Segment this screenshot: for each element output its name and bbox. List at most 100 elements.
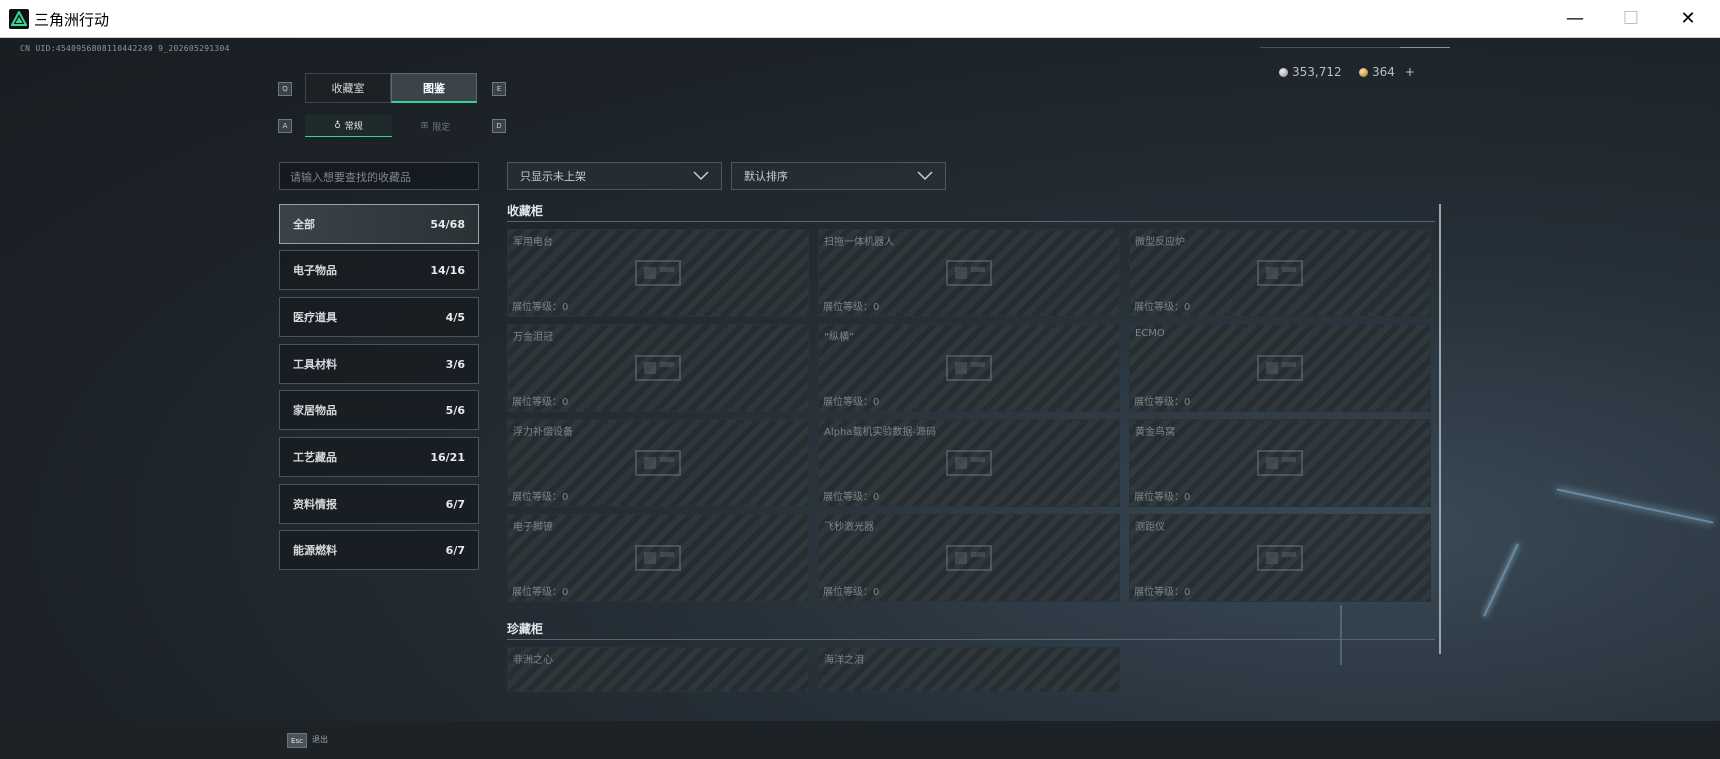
maximize-button[interactable]: ☐ [1603,0,1659,37]
item-name: “纵横” [824,332,855,343]
item-name: 电子脚镣 [513,522,553,533]
item-image [628,348,688,388]
lightning-decoration [1340,605,1342,665]
item-display-level: 展位等级：0 [823,302,880,313]
tab-collection-room[interactable]: 收藏室 [305,73,391,103]
collection-item-card[interactable]: “纵横” 展位等级：0 [818,324,1120,412]
category-label: 医疗道具 [293,311,337,324]
gold-amount: 364 [1372,65,1395,79]
exit-label[interactable]: 退出 [312,734,328,745]
category-label: 电子物品 [293,264,337,277]
collection-item-card[interactable]: 测距仪展位等级：0 [1129,514,1431,602]
shelf-filter-value: 只显示未上架 [520,170,586,183]
item-image [939,538,999,578]
limited-icon: ⊞ [420,121,429,131]
treasure-item-card[interactable]: 海洋之泪 [818,647,1120,692]
item-display-level: 展位等级：0 [512,397,569,408]
category-electronics[interactable]: 电子物品 14/16 [279,250,479,290]
collection-item-card[interactable]: 军用电台 展位等级：0 [507,229,809,317]
close-button[interactable]: ✕ [1660,0,1716,37]
category-intel[interactable]: 资料情报 6/7 [279,484,479,524]
tab-limited-label: 限定 [432,122,451,133]
collection-item-card[interactable]: 微型反应炉展位等级：0 [1129,229,1431,317]
sort-dropdown[interactable]: 默认排序 [731,162,946,190]
collection-item-card[interactable]: Alpha载机实验数据-源码 展位等级：0 [818,419,1120,507]
category-label: 工艺藏品 [293,451,337,464]
section-divider [507,221,1435,222]
top-divider-accent [1400,47,1450,48]
category-energy[interactable]: 能源燃料 6/7 [279,530,479,570]
silver-coin-icon [1279,67,1288,77]
item-display-level: 展位等级：0 [823,397,880,408]
tab-regular[interactable]: ♁ 常规 [305,115,392,137]
collection-item-card[interactable]: 扫拖一体机器人 展位等级：0 [818,229,1120,317]
category-count: 6/7 [445,543,465,557]
item-display-level: 展位等级：0 [1134,397,1191,408]
item-display-level: 展位等级：0 [823,492,880,503]
key-hint-e: E [492,82,506,96]
category-count: 5/6 [445,403,465,417]
item-image [939,253,999,293]
esc-key-hint[interactable]: Esc [287,733,307,748]
category-count: 54/68 [430,217,465,231]
item-display-level: 展位等级：0 [1134,302,1191,313]
category-count: 6/7 [445,497,465,511]
chevron-down-icon [917,171,933,181]
item-name: 飞秒激光器 [824,522,874,533]
item-image [939,348,999,388]
collection-item-card[interactable]: 浮力补偿设备 展位等级：0 [507,419,809,507]
collection-item-card[interactable]: 黄金鸟窝 展位等级：0 [1129,419,1431,507]
category-medical[interactable]: 医疗道具 4/5 [279,297,479,337]
item-name: 浮力补偿设备 [513,427,573,438]
gold-currency: 364 + [1359,65,1415,79]
sort-value: 默认排序 [744,170,788,183]
collection-item-card[interactable]: 万金泪冠展位等级：0 [507,324,809,412]
item-image [628,538,688,578]
shelf-filter-dropdown[interactable]: 只显示未上架 [507,162,722,190]
item-image [1250,253,1310,293]
section-title-cabinet: 收藏柜 [507,204,544,218]
tab-catalog[interactable]: 图鉴 [391,73,477,103]
item-name: Alpha载机实验数据-源码 [824,427,937,438]
item-name: 非洲之心 [513,655,553,666]
item-display-level: 展位等级：0 [512,587,569,598]
collection-item-card[interactable]: 飞秒激光器 展位等级：0 [818,514,1120,602]
key-hint-a: A [278,119,292,133]
item-image [1250,348,1310,388]
category-household[interactable]: 家居物品 5/6 [279,390,479,430]
window-title: 三角洲行动 [34,11,110,29]
scrollbar[interactable] [1439,204,1441,654]
item-name: 扫拖一体机器人 [824,237,894,248]
item-image [1250,538,1310,578]
category-crafts[interactable]: 工艺藏品 16/21 [279,437,479,477]
category-tools[interactable]: 工具材料 3/6 [279,344,479,384]
tab-limited[interactable]: ⊞ 限定 [392,115,479,137]
chevron-down-icon [693,171,709,181]
item-name: 万金泪冠 [513,332,553,343]
section-title-treasure: 珍藏柜 [507,622,544,636]
user-uid: CN UID:4540956808110442249 9_20260529130… [20,44,230,53]
category-label: 能源燃料 [293,544,337,557]
category-label: 资料情报 [293,498,337,511]
item-display-level: 展位等级：0 [1134,587,1191,598]
section-divider [507,639,1435,640]
window-titlebar: 三角洲行动 — ☐ ✕ [0,0,1720,38]
category-label: 工具材料 [293,358,337,371]
item-name: 测距仪 [1135,522,1165,533]
category-all[interactable]: 全部 54/68 [279,204,479,244]
item-display-level: 展位等级：0 [512,492,569,503]
treasure-item-card[interactable]: 非洲之心 [507,647,809,692]
minimize-button[interactable]: — [1547,0,1603,37]
item-display-level: 展位等级：0 [512,302,569,313]
key-hint-q: Q [278,82,292,96]
collection-item-card[interactable]: 电子脚镣展位等级：0 [507,514,809,602]
add-gold-button[interactable]: + [1405,65,1415,79]
lightning-decoration [1556,488,1714,524]
item-name: 微型反应炉 [1135,237,1185,248]
collection-item-card[interactable]: ECMO 展位等级：0 [1129,324,1431,412]
item-name: 黄金鸟窝 [1135,427,1175,438]
collection-search-input[interactable]: 请输入想要查找的收藏品 [279,162,479,190]
item-image [1250,443,1310,483]
flame-icon: ♁ [334,120,341,131]
category-count: 16/21 [430,450,465,464]
